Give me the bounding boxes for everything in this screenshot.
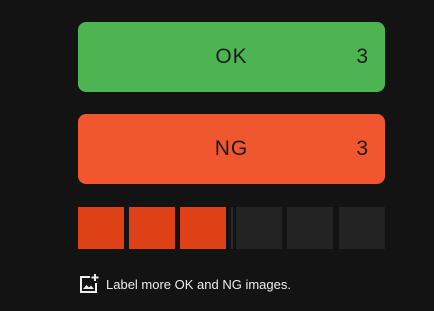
progress-segment (287, 207, 333, 249)
labeling-panel: OK 3 NG 3 Label more OK and NG images. (0, 0, 434, 311)
ok-count-card[interactable]: OK 3 (78, 22, 385, 92)
progress-segment (78, 207, 124, 249)
progress-segment (339, 207, 385, 249)
progress-segment (180, 207, 226, 249)
label-hint: Label more OK and NG images. (78, 272, 291, 296)
label-progress-bar (78, 207, 385, 249)
hint-text: Label more OK and NG images. (106, 276, 291, 292)
progress-divider (231, 207, 233, 249)
progress-segment (236, 207, 282, 249)
ng-label: NG (214, 137, 249, 160)
add-image-icon (78, 273, 100, 295)
ok-count: 3 (356, 45, 368, 68)
progress-segment (129, 207, 175, 249)
ng-count-card[interactable]: NG 3 (78, 114, 385, 184)
ok-label: OK (215, 45, 248, 68)
ng-count: 3 (356, 137, 368, 160)
